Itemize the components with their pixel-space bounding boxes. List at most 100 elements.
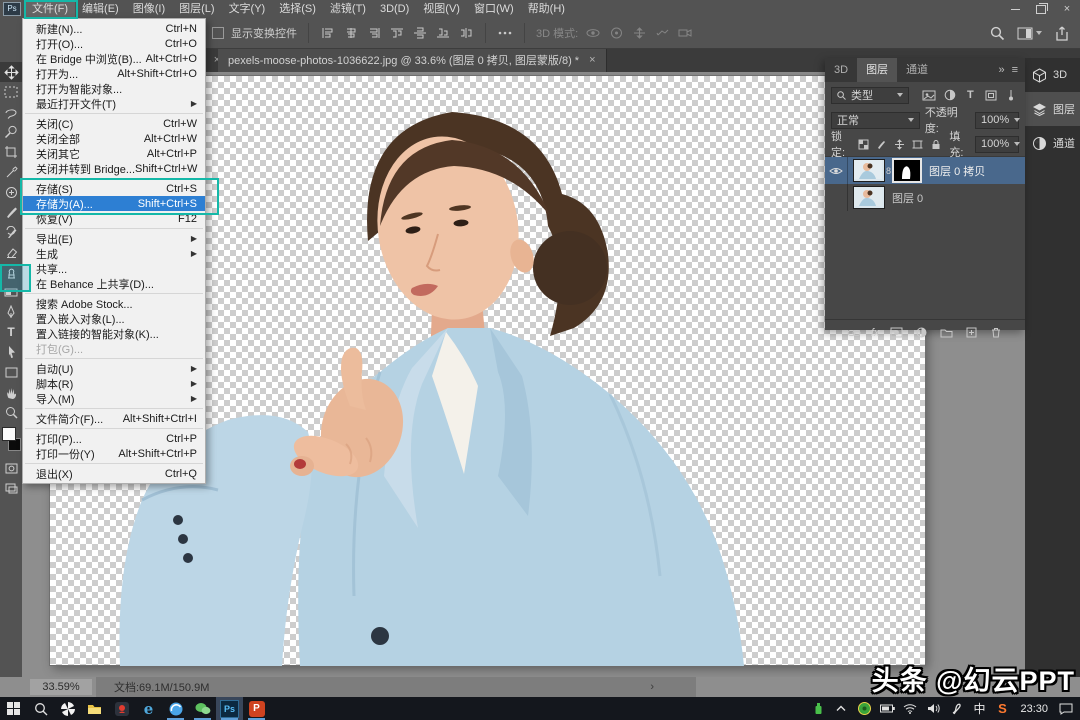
start-button[interactable] [0, 697, 27, 720]
menu-item-import[interactable]: 导入(M)▶ [23, 391, 205, 406]
lock-pixels-icon[interactable] [875, 137, 888, 152]
quick-mask-icon[interactable] [0, 458, 22, 478]
lasso-tool-icon[interactable] [0, 102, 22, 122]
usb-device-icon[interactable] [808, 697, 828, 720]
align-top-icon[interactable] [389, 26, 405, 40]
menu-item-search-adobe-stock[interactable]: 搜索 Adobe Stock... [23, 296, 205, 311]
color-swatches[interactable] [0, 424, 22, 458]
red-app-button[interactable] [108, 697, 135, 720]
green-app-tray-icon[interactable] [854, 697, 874, 720]
menu-item-open-recent[interactable]: 最近打开文件(T)▶ [23, 96, 205, 111]
menu-item-open-as-smart-object[interactable]: 打开为智能对象... [23, 81, 205, 96]
filter-adjustment-layers-icon[interactable] [942, 88, 957, 103]
visibility-toggle[interactable] [825, 184, 848, 211]
menu-item-exit[interactable]: 退出(X)Ctrl+Q [23, 466, 205, 481]
filter-type-layers-icon[interactable]: T [963, 88, 978, 103]
brush-tool-icon[interactable] [0, 202, 22, 222]
filter-pixel-layers-icon[interactable] [922, 88, 937, 103]
menu-type[interactable]: 文字(Y) [222, 0, 273, 18]
panel-menu-icon[interactable]: ≡ [1012, 64, 1018, 76]
align-bottom-icon[interactable] [435, 26, 451, 40]
tab-channels[interactable]: 通道 [897, 58, 937, 82]
spot-heal-tool-icon[interactable] [0, 182, 22, 202]
menu-3d[interactable]: 3D(D) [373, 0, 416, 18]
collapse-panel-icon[interactable]: » [998, 64, 1004, 76]
menu-item-open-as[interactable]: 打开为...Alt+Shift+Ctrl+O [23, 66, 205, 81]
action-center-icon[interactable] [1056, 697, 1076, 720]
opacity-field[interactable]: 100% [975, 112, 1019, 129]
input-method-indicator[interactable]: 中 [969, 697, 989, 720]
gradient-tool-icon[interactable] [0, 282, 22, 302]
fill-field[interactable]: 100% [975, 136, 1019, 153]
menu-item-automate[interactable]: 自动(U)▶ [23, 361, 205, 376]
link-layers-icon[interactable] [846, 325, 862, 340]
menu-item-close[interactable]: 关闭(C)Ctrl+W [23, 116, 205, 131]
sogou-input-icon[interactable]: S [992, 697, 1012, 720]
menu-image[interactable]: 图像(I) [126, 0, 172, 18]
menu-item-print-one-copy[interactable]: 打印一份(Y)Alt+Shift+Ctrl+P [23, 446, 205, 461]
menu-item-close-others[interactable]: 关闭其它Alt+Ctrl+P [23, 146, 205, 161]
workspace-switcher[interactable] [1017, 27, 1042, 40]
lock-position-icon[interactable] [893, 137, 906, 152]
hand-tool-icon[interactable] [0, 382, 22, 402]
menu-item-save-as[interactable]: 存储为(A)...Shift+Ctrl+S [23, 196, 205, 211]
history-brush-tool-icon[interactable] [0, 222, 22, 242]
distribute-horizontal-icon[interactable] [458, 26, 474, 40]
distribute-vertical-icon[interactable] [412, 26, 428, 40]
menu-item-open[interactable]: 打开(O)...Ctrl+O [23, 36, 205, 51]
zoom-tool-icon[interactable] [0, 402, 22, 422]
pen-tool-icon[interactable] [0, 302, 22, 322]
dock-item-channels[interactable]: 通道 [1025, 126, 1080, 160]
menu-file[interactable]: 文件(F) [25, 0, 75, 18]
align-right-icon[interactable] [366, 26, 382, 40]
dock-item-3d[interactable]: 3D [1025, 58, 1080, 92]
menu-item-revert[interactable]: 恢复(V)F12 [23, 211, 205, 226]
layer-thumbnail[interactable] [853, 186, 885, 209]
layer-row-copy[interactable]: 8 图层 0 拷贝 [825, 157, 1025, 184]
status-chevron-icon[interactable]: › [650, 681, 654, 693]
align-center-icon[interactable] [343, 26, 359, 40]
menu-item-share-behance[interactable]: 在 Behance 上共享(D)... [23, 276, 205, 291]
close-button[interactable]: × [1054, 0, 1080, 18]
quick-select-tool-icon[interactable] [0, 122, 22, 142]
mask-link-icon[interactable]: 8 [886, 166, 891, 176]
menu-item-close-goto-bridge[interactable]: 关闭并转到 Bridge...Shift+Ctrl+W [23, 161, 205, 176]
restore-button[interactable] [1028, 0, 1054, 18]
taskbar-search-button[interactable] [27, 697, 54, 720]
hidden-icons-chevron[interactable] [831, 697, 851, 720]
menu-item-place-embedded[interactable]: 置入嵌入对象(L)... [23, 311, 205, 326]
menu-item-place-linked[interactable]: 置入链接的智能对象(K)... [23, 326, 205, 341]
dock-item-layers[interactable]: 图层 [1025, 92, 1080, 126]
menu-view[interactable]: 视图(V) [416, 0, 467, 18]
menu-window[interactable]: 窗口(W) [467, 0, 521, 18]
move-tool-icon[interactable] [0, 62, 22, 82]
document-tab[interactable]: pexels-moose-photos-1036622.jpg @ 33.6% … [218, 48, 607, 72]
eraser-tool-icon[interactable] [0, 242, 22, 262]
pinwheel-app-button[interactable] [54, 697, 81, 720]
wifi-icon[interactable] [900, 697, 920, 720]
crop-tool-icon[interactable] [0, 142, 22, 162]
menu-item-share[interactable]: 共享... [23, 261, 205, 276]
layer-row-original[interactable]: 图层 0 [825, 184, 1025, 211]
new-layer-icon[interactable] [963, 325, 979, 340]
adjustment-layer-icon[interactable] [913, 325, 929, 340]
more-options-icon[interactable] [497, 26, 513, 40]
tab-layers[interactable]: 图层 [857, 58, 897, 82]
menu-item-scripts[interactable]: 脚本(R)▶ [23, 376, 205, 391]
layer-style-icon[interactable]: fx [871, 327, 880, 339]
battery-icon[interactable] [877, 697, 897, 720]
powerpoint-button[interactable]: P [243, 697, 270, 720]
share-icon[interactable] [1054, 26, 1070, 40]
tab-3d[interactable]: 3D [825, 58, 857, 82]
filter-shape-layers-icon[interactable] [983, 88, 998, 103]
clock[interactable]: 23:30 [1020, 703, 1048, 715]
lock-artboard-icon[interactable] [911, 137, 924, 152]
layer-thumbnail[interactable] [853, 159, 885, 182]
menu-edit[interactable]: 编辑(E) [75, 0, 126, 18]
menu-help[interactable]: 帮助(H) [521, 0, 572, 18]
marquee-tool-icon[interactable] [0, 82, 22, 102]
minimize-button[interactable] [1002, 0, 1028, 18]
menu-item-close-all[interactable]: 关闭全部Alt+Ctrl+W [23, 131, 205, 146]
foreground-color-swatch[interactable] [2, 427, 16, 441]
file-explorer-button[interactable] [81, 697, 108, 720]
